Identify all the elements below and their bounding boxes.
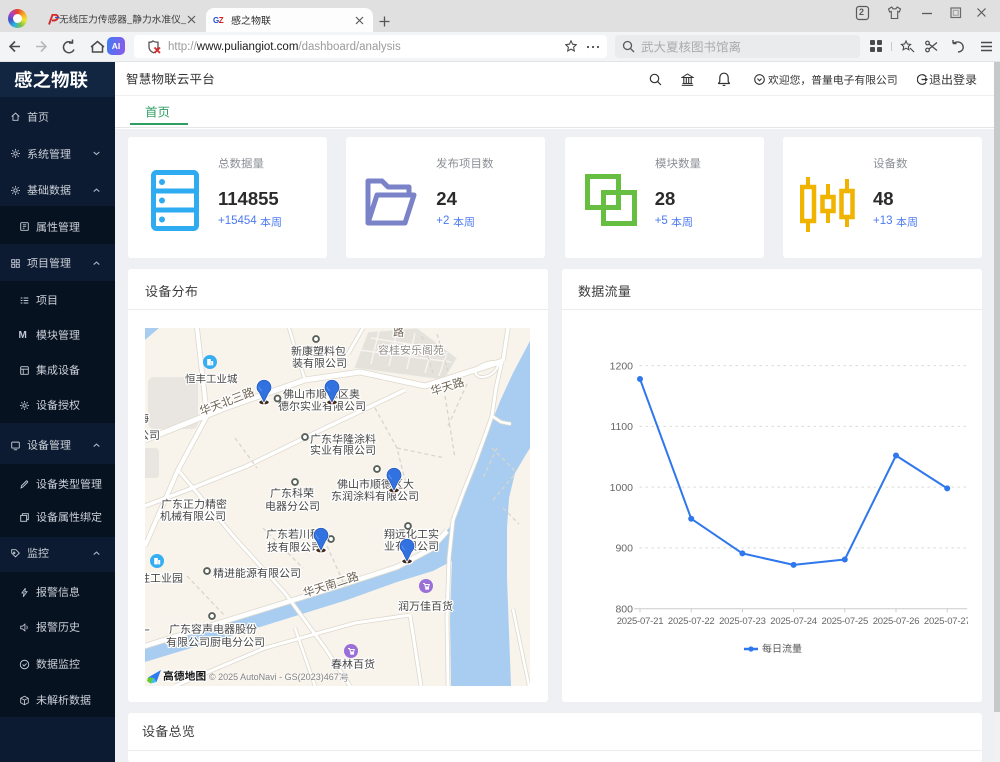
svg-text:900: 900	[615, 543, 633, 555]
svg-text:2025-07-25: 2025-07-25	[821, 616, 868, 627]
svg-text:1100: 1100	[610, 421, 633, 433]
svg-text:2025-07-21: 2025-07-21	[617, 616, 664, 627]
svg-text:2025-07-22: 2025-07-22	[668, 616, 715, 627]
svg-text:2025-07-26: 2025-07-26	[873, 616, 920, 627]
svg-text:2025-07-27: 2025-07-27	[924, 616, 968, 627]
svg-text:1000: 1000	[610, 482, 634, 494]
svg-text:2025-07-23: 2025-07-23	[719, 616, 766, 627]
svg-text:800: 800	[615, 603, 633, 615]
svg-text:1200: 1200	[610, 360, 634, 372]
svg-text:2025-07-24: 2025-07-24	[770, 616, 817, 627]
